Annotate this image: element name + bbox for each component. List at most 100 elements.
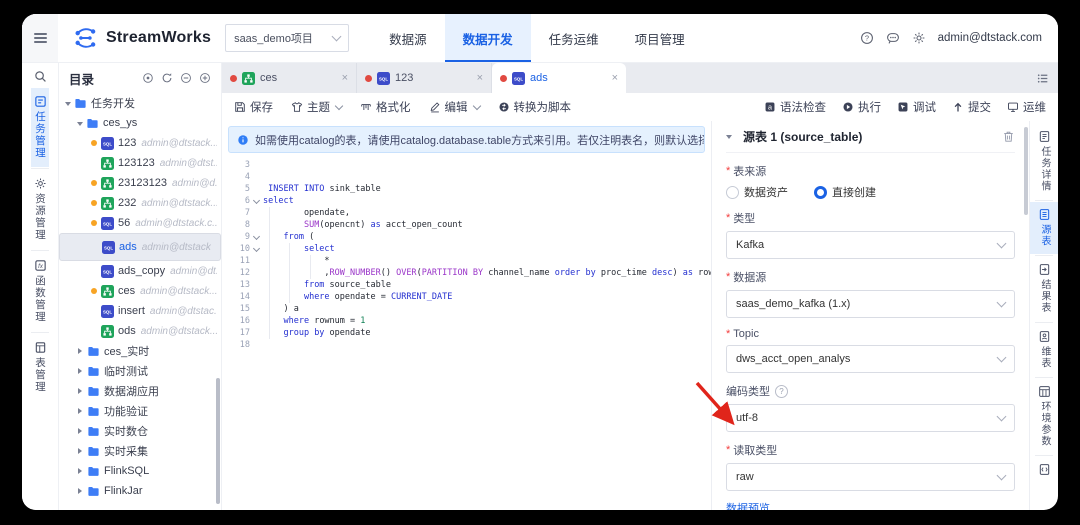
right-rail-item-结果表[interactable]: 结果表: [1030, 257, 1058, 321]
select-数据源[interactable]: saas_demo_kafka (1.x): [726, 290, 1015, 318]
trash-icon[interactable]: [1002, 130, 1015, 143]
toolbar-ops-button[interactable]: 运维: [1007, 99, 1046, 115]
left-rail-item-2[interactable]: fx 函数管理: [31, 252, 49, 331]
tree-folder-ces_ys[interactable]: ces_ys: [59, 113, 221, 133]
tree-scrollbar[interactable]: [216, 378, 220, 504]
left-rail-item-0[interactable]: 任务管理: [31, 88, 49, 167]
add-icon[interactable]: [199, 72, 211, 84]
script-icon: [1038, 463, 1051, 476]
user-email: admin@dtstack.com: [937, 32, 1042, 44]
tree-file-232[interactable]: 232 admin@dtstack...: [59, 193, 221, 213]
tree-file-123[interactable]: SQL 123 admin@dtstack...: [59, 133, 221, 153]
tree-folder-FlinkSQL[interactable]: FlinkSQL: [59, 461, 221, 481]
toolbar-save-button[interactable]: 保存: [234, 99, 273, 115]
data-preview-link[interactable]: 数据预览: [726, 500, 770, 510]
tree-file-ads_copy[interactable]: SQL ads_copy admin@dt...: [59, 261, 221, 281]
editor-tab-ads[interactable]: SQL ads ×: [492, 63, 626, 93]
toolbar-convert-button[interactable]: 转换为脚本: [498, 99, 571, 115]
code-area[interactable]: 3 4 5 INSERT INTO sink_table 6 select 7 …: [222, 157, 711, 510]
code-line-15: 15 ) a: [222, 303, 711, 315]
select-编码类型[interactable]: utf-8: [726, 404, 1015, 432]
unsaved-dot: [365, 74, 372, 82]
toolbar-label: 执行: [858, 102, 881, 114]
file-name: ces: [118, 285, 136, 297]
refresh-icon[interactable]: [161, 72, 173, 84]
tree-file-insert[interactable]: SQL insert admin@dtstac...: [59, 301, 221, 321]
select-类型[interactable]: Kafka: [726, 231, 1015, 259]
editor-tab-123[interactable]: SQL 123 ×: [357, 63, 492, 93]
radio-icon: [814, 185, 827, 199]
toolbar-syntax-button[interactable]: a 语法检查: [764, 99, 826, 115]
fold-chevron-icon[interactable]: [250, 231, 263, 243]
tree-folder-实时数仓[interactable]: 实时数仓: [59, 421, 221, 441]
tree-folder-实时采集[interactable]: 实时采集: [59, 441, 221, 461]
close-icon[interactable]: ×: [612, 72, 618, 84]
close-icon[interactable]: ×: [342, 72, 348, 84]
select-读取类型[interactable]: raw: [726, 463, 1015, 491]
toolbar-run-button[interactable]: 执行: [842, 99, 881, 115]
settings-gear-icon[interactable]: [912, 31, 926, 45]
toolbar-submit-button[interactable]: 提交: [952, 99, 991, 115]
toolbar-format-button[interactable]: 格式化: [360, 99, 411, 115]
flow-task-icon: [101, 196, 114, 210]
tree-file-56[interactable]: SQL 56 admin@dtstack.c...: [59, 213, 221, 233]
dim-icon: [1038, 330, 1051, 343]
right-rail-item-环境参数[interactable]: 环境参数: [1030, 379, 1058, 454]
left-rail-item-1[interactable]: 资源管理: [31, 170, 49, 249]
locate-icon[interactable]: [142, 72, 154, 84]
tree-folder-数据湖应用[interactable]: 数据湖应用: [59, 381, 221, 401]
code-line-7: 7 opendate,: [222, 207, 711, 219]
panel-scrollbar[interactable]: [1024, 127, 1028, 215]
dot-placeholder: [91, 160, 97, 166]
caret-icon: [78, 408, 85, 414]
select-Topic[interactable]: dws_acct_open_analys: [726, 345, 1015, 373]
help-circle-icon[interactable]: ?: [775, 384, 788, 398]
catalog-panel: 目录 任务开发 ces_ys SQL 123 admin@dtstack... …: [59, 63, 222, 510]
radio-数据资产[interactable]: 数据资产: [726, 184, 788, 200]
toolbar-debug-button[interactable]: 调试: [897, 99, 936, 115]
radio-直接创建[interactable]: 直接创建: [814, 184, 876, 200]
right-rail-item-more[interactable]: [1030, 457, 1058, 483]
right-rail-item-任务详情[interactable]: 任务详情: [1030, 124, 1058, 199]
tree-file-ads[interactable]: SQL ads admin@dtstack...: [59, 233, 221, 261]
line-number: 18: [239, 340, 250, 350]
nav-tab-2[interactable]: 任务运维: [531, 14, 617, 62]
radio-icon: [726, 185, 739, 199]
message-icon[interactable]: [886, 31, 900, 45]
right-rail-item-源表[interactable]: 源表: [1030, 202, 1058, 254]
tree-folder-临时测试[interactable]: 临时测试: [59, 361, 221, 381]
tab-list-icon[interactable]: [1027, 63, 1058, 93]
tree-folder-任务开发[interactable]: 任务开发: [59, 93, 221, 113]
fold-chevron-icon[interactable]: [250, 195, 263, 207]
tree-folder-功能验证[interactable]: 功能验证: [59, 401, 221, 421]
tree-file-23123123[interactable]: 23123123 admin@d...: [59, 173, 221, 193]
right-rail-item-维表[interactable]: 维表: [1030, 324, 1058, 376]
toolbar-theme-button[interactable]: 主题: [291, 99, 344, 115]
theme-icon: [291, 101, 303, 113]
nav-tab-3[interactable]: 项目管理: [617, 14, 703, 62]
divider: [31, 332, 49, 333]
tree-file-ods[interactable]: ods admin@dtstack....: [59, 321, 221, 341]
left-rail-label: 任务管理: [34, 111, 46, 159]
nav-tab-1[interactable]: 数据开发: [444, 14, 531, 62]
project-selector[interactable]: saas_demo项目: [225, 24, 350, 52]
hamburger-menu-icon[interactable]: [22, 14, 58, 62]
toolbar-edit-button[interactable]: 编辑: [429, 99, 481, 115]
close-icon[interactable]: ×: [477, 72, 483, 84]
tree-folder-FlinkJar[interactable]: FlinkJar: [59, 481, 221, 501]
toolbar-label: 编辑: [444, 102, 468, 114]
collapse-all-icon[interactable]: [180, 72, 192, 84]
panel-collapse-caret[interactable]: [726, 135, 732, 142]
tree-file-123123[interactable]: 123123 admin@dtst...: [59, 153, 221, 173]
search-icon[interactable]: [34, 63, 47, 88]
left-rail-item-3[interactable]: 表管理: [31, 334, 49, 401]
required-star: *: [726, 165, 731, 177]
fold-chevron-icon[interactable]: [250, 243, 263, 255]
nav-tab-0[interactable]: 数据源: [371, 14, 445, 62]
doc-icon: [1038, 130, 1051, 143]
tree-file-ces[interactable]: ces admin@dtstack...: [59, 281, 221, 301]
tree-folder-ces_实时[interactable]: ces_实时: [59, 341, 221, 361]
editor-tab-ces[interactable]: ces ×: [222, 63, 357, 93]
svg-text:SQL: SQL: [514, 76, 523, 81]
help-icon[interactable]: ?: [860, 31, 874, 45]
